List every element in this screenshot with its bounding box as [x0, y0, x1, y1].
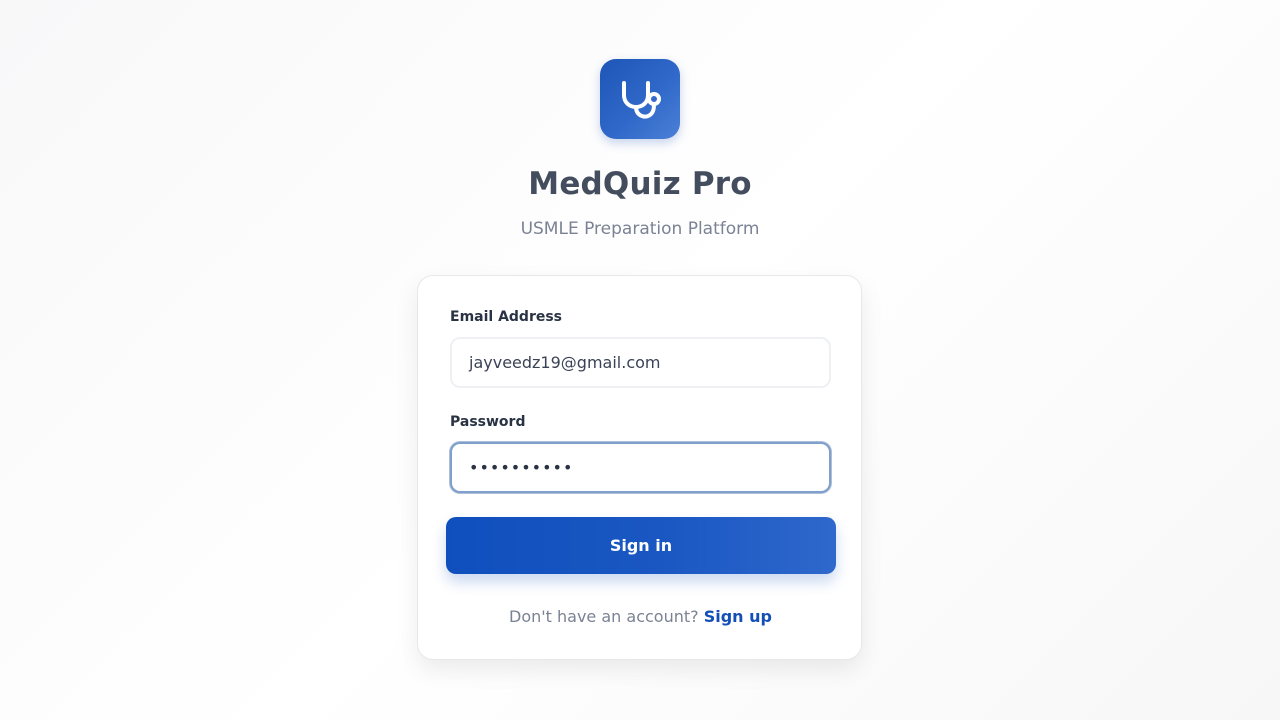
stethoscope-icon — [622, 81, 661, 119]
password-field[interactable]: •••••••••• — [450, 442, 831, 493]
email-label: Email Address — [450, 309, 563, 325]
password-label: Password — [450, 414, 526, 430]
password-field-value: •••••••••• — [469, 458, 574, 477]
app-subtitle: USMLE Preparation Platform — [520, 219, 760, 239]
email-field-value: jayveedz19@gmail.com — [469, 353, 661, 372]
app-title: MedQuiz Pro — [528, 166, 752, 202]
app-logo — [600, 59, 680, 139]
signup-prompt: Don't have an account? — [509, 607, 699, 626]
sign-up-link[interactable]: Sign up — [704, 607, 772, 626]
sign-in-button-label: Sign in — [609, 536, 673, 555]
email-field[interactable]: jayveedz19@gmail.com — [450, 337, 831, 388]
sign-in-button[interactable]: Sign in — [446, 517, 836, 574]
signup-row: Don't have an account? Sign up — [418, 607, 863, 626]
login-card: Email Address jayveedz19@gmail.com Passw… — [417, 275, 862, 660]
